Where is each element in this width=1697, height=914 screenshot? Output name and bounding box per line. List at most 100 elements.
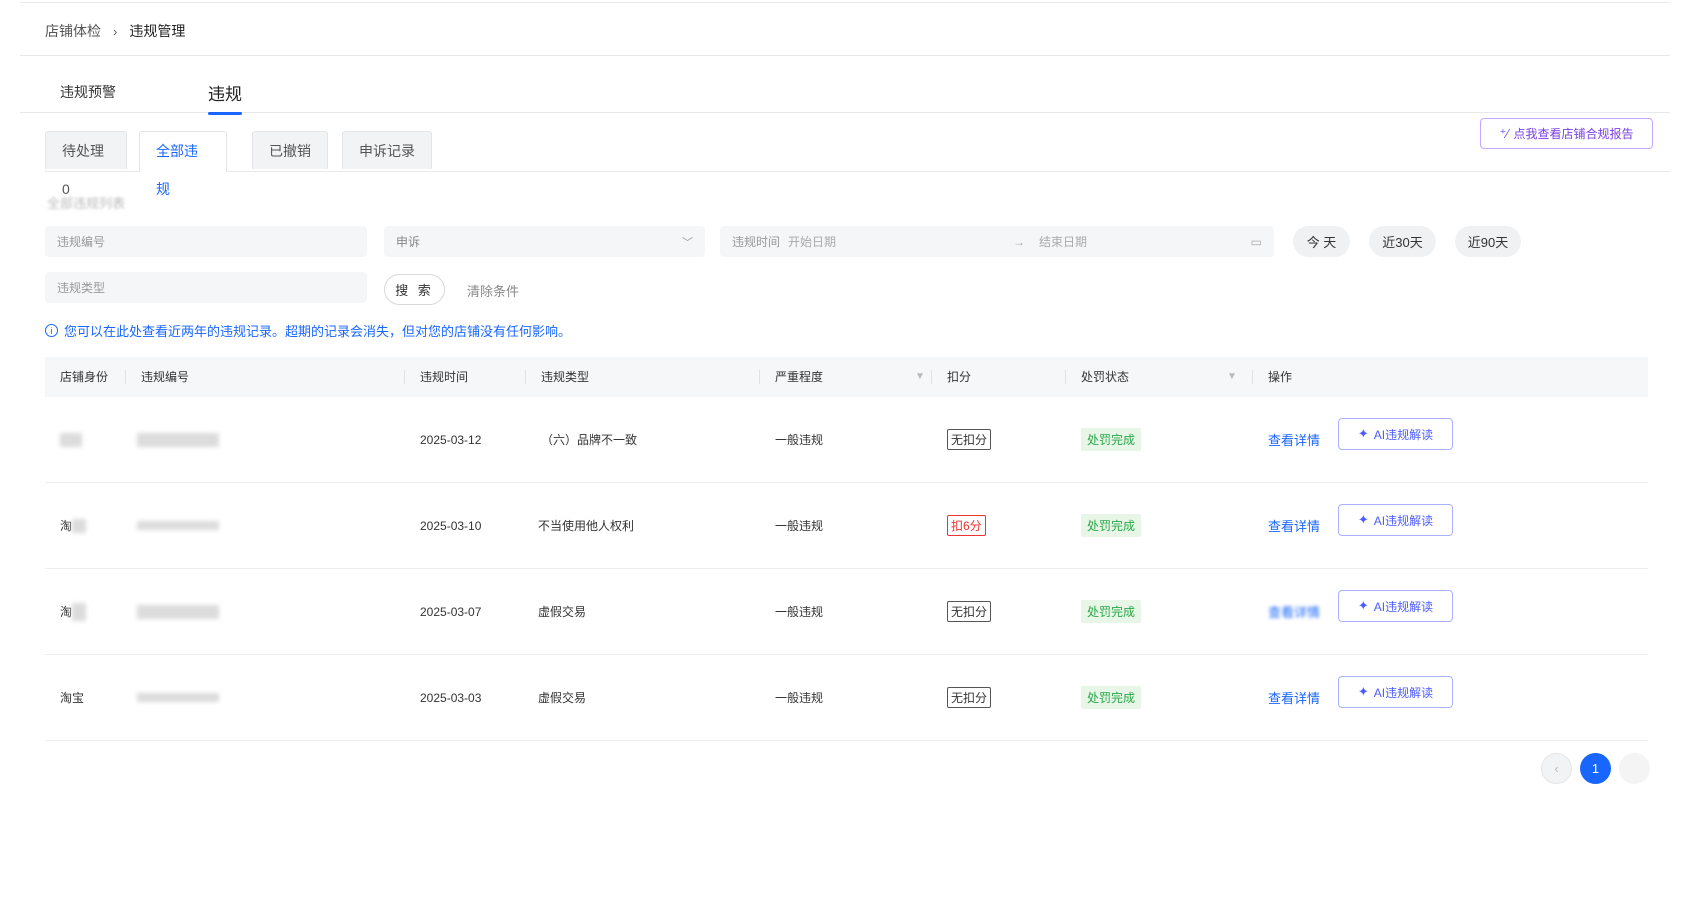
prev-page-button[interactable]: ‹ [1541, 753, 1572, 784]
col-shop-identity-label: 店铺身份 [60, 370, 109, 384]
end-date-input[interactable]: 结束日期 [1039, 233, 1251, 250]
violation-number-placeholder: 违规编号 [57, 235, 106, 249]
violation-type-cell: （六）品牌不一致 [541, 433, 638, 447]
appeal-select[interactable]: 申诉 ﹀ [384, 226, 705, 257]
sparkle-icon: ✦ [1357, 684, 1369, 699]
penalty-status-cell: 处罚完成 [1081, 655, 1142, 740]
redacted-block [137, 521, 219, 530]
violation-type-cell: 不当使用他人权利 [538, 519, 635, 533]
violation-type-input[interactable]: 违规类型 [45, 272, 367, 303]
col-deduction: 扣分 [931, 357, 972, 397]
view-details-link[interactable]: 查看详情 [1268, 688, 1320, 707]
subtab-pending[interactable]: 待处理 0 [45, 131, 127, 197]
chevron-down-icon: ﹀ [682, 236, 693, 249]
ai-interpret-button[interactable]: ✦ AI违规解读 [1338, 418, 1453, 450]
quick-range-30-days[interactable]: 近30天 [1369, 226, 1436, 257]
breadcrumb: 店铺体检 › 违规管理 [45, 21, 185, 41]
table-row: 淘 2025-03-10 不当使用他人权利 一般违规 扣6分 处罚完成 查看详情… [45, 483, 1648, 569]
sparkle-icon: ✦ [1357, 598, 1369, 613]
compliance-report-label: 点我查看店铺合规报告 [1513, 127, 1634, 141]
shop-identity-cell: 淘宝 [60, 691, 85, 705]
redacted-block [137, 432, 219, 447]
ai-interpret-button[interactable]: ✦ AI违规解读 [1338, 676, 1453, 708]
col-violation-type: 违规类型 [525, 357, 590, 397]
actions-cell: 查看详情 [1268, 397, 1320, 482]
col-violation-number-label: 违规编号 [141, 370, 190, 384]
retention-notice-text: 您可以在此处查看近两年的违规记录。超期的记录会消失，但对您的店铺没有任何影响。 [64, 324, 572, 339]
col-penalty-status-label: 处罚状态 [1081, 370, 1130, 384]
view-details-link[interactable]: 查看详情 [1268, 430, 1320, 449]
deduction-cell: 无扣分 [947, 655, 992, 740]
redacted-block [137, 693, 219, 702]
subtab-all-violations[interactable]: 全部违规 [139, 131, 227, 197]
quick-range-90-days[interactable]: 近90天 [1455, 226, 1521, 257]
status-badge: 处罚完成 [1081, 428, 1142, 451]
date-range-label: 违规时间 [732, 235, 781, 249]
violation-number-cell [137, 655, 219, 740]
start-date-input[interactable]: 开始日期 [788, 233, 1013, 250]
violation-time-cell: 2025-03-10 [420, 518, 482, 533]
breadcrumb-parent[interactable]: 店铺体检 [45, 21, 101, 41]
col-violation-time: 违规时间 [404, 357, 469, 397]
ai-interpret-label: AI违规解读 [1373, 513, 1434, 528]
tab-violation[interactable]: 违规 [208, 80, 242, 115]
page-button-current[interactable]: 1 [1580, 753, 1611, 784]
status-badge: 处罚完成 [1081, 514, 1142, 537]
status-badge: 处罚完成 [1081, 600, 1142, 623]
ai-interpret-label: AI违规解读 [1373, 599, 1434, 614]
violation-number-input[interactable]: 违规编号 [45, 226, 367, 257]
violation-number-cell [137, 397, 219, 482]
col-shop-identity: 店铺身份 [60, 357, 108, 397]
filter-icon[interactable]: ▼ [1227, 357, 1237, 397]
table-row: 淘 2025-03-07 虚假交易 一般违规 无扣分 处罚完成 查看详情 ✦ AI… [45, 569, 1648, 655]
col-violation-type-label: 违规类型 [541, 370, 590, 384]
view-details-link[interactable]: 查看详情 [1268, 602, 1320, 621]
shop-identity-cell [60, 397, 82, 482]
col-severity: 严重程度 ▼ [759, 357, 935, 397]
column-divider [125, 370, 126, 384]
col-violation-time-label: 违规时间 [420, 370, 469, 384]
calendar-icon: ▭ [1250, 234, 1262, 249]
severity-cell: 一般违规 [775, 691, 824, 705]
filter-icon[interactable]: ▼ [915, 357, 925, 397]
col-penalty-status: 处罚状态 ▼ [1065, 357, 1241, 397]
violations-table: 店铺身份 违规编号 违规时间 违规类型 严重程度 ▼ 扣分 处罚状态 ▼ 操作 20… [45, 357, 1648, 741]
table-row: 淘宝 2025-03-03 虚假交易 一般违规 无扣分 处罚完成 查看详情 ✦ A… [45, 655, 1648, 741]
deduction-tag: 无扣分 [947, 601, 992, 622]
violation-time-cell: 2025-03-03 [420, 690, 482, 705]
column-divider [759, 370, 760, 384]
violation-type-cell: 虚假交易 [538, 691, 587, 705]
deduction-tag: 无扣分 [947, 687, 992, 708]
tab-violation-warning[interactable]: 违规预警 [60, 82, 116, 102]
col-deduction-label: 扣分 [947, 370, 972, 384]
arrow-right-icon: → [1013, 234, 1026, 249]
search-button[interactable]: 搜 索 [384, 274, 445, 305]
subtab-appeal-records[interactable]: 申诉记录 [342, 131, 432, 169]
violation-date-range[interactable]: 违规时间 开始日期 → 结束日期 ▭ [720, 226, 1274, 257]
severity-cell: 一般违规 [775, 519, 824, 533]
col-violation-number: 违规编号 [125, 357, 190, 397]
next-page-button[interactable] [1619, 753, 1650, 784]
shop-identity-cell: 淘 [60, 569, 87, 654]
sub-tabs: 待处理 0 全部违规 已撤销 申诉记录 [45, 131, 1670, 197]
table-row: 2025-03-12 （六）品牌不一致 一般违规 无扣分 处罚完成 查看详情 ✦… [45, 397, 1648, 483]
tab-violation-label: 违规 [208, 85, 242, 104]
view-details-link[interactable]: 查看详情 [1268, 516, 1320, 535]
col-severity-label: 严重程度 [775, 370, 824, 384]
ai-interpret-button[interactable]: ✦ AI违规解读 [1338, 504, 1453, 536]
clear-filters-link[interactable]: 清除条件 [467, 281, 519, 300]
ai-interpret-label: AI违规解读 [1373, 427, 1434, 442]
sparkle-icon: ✦ [1357, 512, 1369, 527]
main-tabs: 违规预警 违规 [20, 78, 1670, 115]
column-divider [525, 370, 526, 384]
compliance-report-button[interactable]: ⁺∕ 点我查看店铺合规报告 [1480, 118, 1653, 149]
quick-range-today[interactable]: 今 天 [1293, 226, 1350, 257]
actions-cell: 查看详情 [1268, 655, 1320, 740]
ai-interpret-button[interactable]: ✦ AI违规解读 [1338, 590, 1453, 622]
retention-notice: i 您可以在此处查看近两年的违规记录。超期的记录会消失，但对您的店铺没有任何影响… [45, 321, 571, 340]
violation-type-placeholder: 违规类型 [57, 281, 106, 295]
violation-time-cell: 2025-03-07 [420, 604, 482, 619]
deduction-cell: 无扣分 [947, 569, 992, 654]
deduction-cell: 无扣分 [947, 397, 992, 482]
subtab-revoked[interactable]: 已撤销 [252, 131, 328, 169]
